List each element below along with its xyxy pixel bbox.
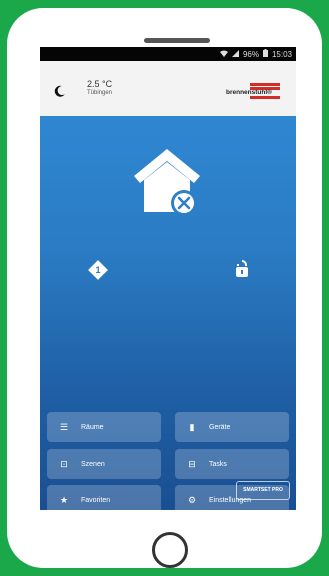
smartset-pro-badge: SMARTSET PRO [236,481,290,500]
menu-label: Favoriten [81,496,111,504]
menu-label: Tasks [209,460,227,468]
phone-speaker [144,38,210,43]
signal-icon [231,49,239,59]
menu-button-rooms[interactable]: ☰ Räume [47,412,161,442]
menu-button-scenes[interactable]: ⊡ Szenen [47,449,161,479]
city-name: Tübingen [87,90,113,96]
warning-count: 1 [95,265,101,275]
battery-icon [262,49,268,59]
temperature: 2.5 °C [87,79,113,89]
menu-label: Szenen [81,460,105,468]
menu-label: Räume [81,423,104,431]
battery-percent: 96% [242,49,259,59]
brand-name: brennenstuhl® [226,89,272,96]
brand-logo: brennenstuhl® [226,83,284,99]
moon-icon [54,84,66,97]
menu-button-tasks[interactable]: ⊟ Tasks [175,449,289,479]
clock: 15:03 [271,49,292,59]
dashboard: 1 ☰ Räume ▮ Geräte ⊡ Szenen ⊟ Tasks ★ Fa… [40,116,296,510]
status-bar: 96% 15:03 [40,47,296,61]
app-header: 2.5 °C Tübingen brennenstuhl® [40,61,296,116]
list-icon: ☰ [59,421,69,432]
menu-button-favorites[interactable]: ★ Favoriten [47,485,161,510]
lock-open-icon[interactable] [234,259,250,279]
star-icon: ★ [59,494,69,505]
settings-icon: ⚙ [187,494,197,505]
house-disarmed-icon[interactable] [132,146,202,216]
home-button[interactable] [152,532,188,568]
tasks-icon: ⊟ [188,458,196,469]
app-screen: 96% 15:03 2.5 °C Tübingen brennenstuhl® [40,47,296,510]
menu-label: Geräte [209,423,231,431]
warning-badge[interactable]: 1 [88,260,108,280]
wifi-icon [219,50,228,59]
menu-button-devices[interactable]: ▮ Geräte [175,412,289,442]
device-icon: ▮ [189,421,195,432]
scene-icon: ⊡ [60,458,68,469]
